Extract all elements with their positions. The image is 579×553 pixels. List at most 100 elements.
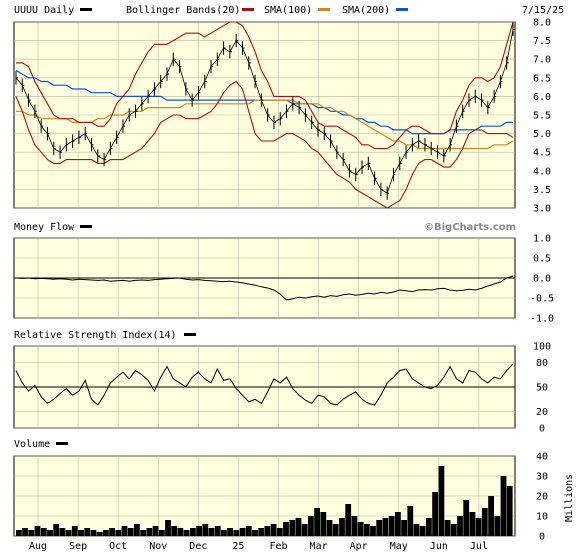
money-flow-legend-swatch	[80, 225, 92, 228]
volume-bar	[419, 526, 426, 536]
volume-bar	[382, 518, 389, 536]
volume-bar	[264, 526, 271, 536]
volume-bar	[276, 528, 283, 536]
price-y-tick-label: 5.5	[533, 111, 551, 122]
x-tick-label: Oct	[109, 541, 127, 552]
volume-bar	[475, 518, 482, 536]
volume-bar	[239, 528, 246, 536]
volume-legend-swatch	[56, 442, 68, 445]
volume-bar	[103, 530, 109, 536]
mf-y-tick-label: 1.0	[533, 234, 551, 245]
volume-bar	[96, 532, 103, 536]
x-tick-label: Jun	[430, 541, 448, 552]
volume-bar	[432, 492, 438, 536]
volume-bar	[53, 524, 60, 536]
x-tick-label: Jul	[470, 541, 488, 552]
volume-bar	[370, 526, 376, 536]
volume-bar	[463, 500, 470, 536]
volume-label: Volume	[14, 439, 50, 450]
volume-bar	[196, 526, 202, 536]
volume-bar	[140, 530, 147, 536]
volume-bar	[395, 512, 401, 536]
volume-bar	[34, 526, 41, 536]
volume-unit-label: Millions	[564, 474, 575, 522]
price-y-tick-label: 5.0	[533, 129, 551, 140]
volume-bar	[314, 508, 320, 536]
price-y-tick-label: 4.0	[533, 166, 551, 177]
vol-y-tick-label: 40	[536, 452, 548, 463]
vol-y-tick-label: 0	[539, 532, 545, 543]
mf-y-tick-label: -0.5	[530, 294, 554, 305]
volume-bar	[252, 530, 258, 536]
x-tick-label: Aug	[29, 541, 47, 552]
volume-bar	[208, 528, 215, 536]
volume-bar	[190, 528, 196, 536]
volume-bar	[376, 520, 383, 536]
price-legend-ticker: UUUU Daily	[14, 5, 74, 16]
volume-bar	[245, 526, 252, 536]
volume-bar	[450, 524, 457, 536]
price-legend-sma100-swatch	[318, 8, 330, 11]
volume-bar	[388, 516, 395, 536]
volume-bar	[426, 518, 432, 536]
rsi-label: Relative Strength Index(14)	[14, 330, 177, 341]
volume-bar	[183, 530, 190, 536]
volume-bar	[488, 496, 494, 536]
volume-bar	[146, 528, 153, 536]
volume-bar	[16, 530, 22, 536]
volume-bar	[171, 526, 178, 536]
x-tick-label: Nov	[149, 541, 167, 552]
volume-bar	[84, 528, 91, 536]
volume-bar	[214, 526, 221, 536]
volume-bar	[258, 528, 265, 536]
rsi-y-tick-label: 50	[536, 383, 548, 394]
stock-chart: UUUU Daily Bollinger Bands(20) SMA(100) …	[13, 5, 575, 552]
volume-bar	[438, 466, 445, 536]
volume-bar	[357, 522, 364, 536]
price-legend-ticker-swatch	[80, 8, 92, 11]
volume-bar	[177, 528, 184, 536]
volume-bar	[283, 522, 289, 536]
volume-bar	[500, 476, 507, 536]
volume-bar	[152, 526, 159, 536]
volume-bar	[90, 530, 97, 536]
rsi-y-tick-label: 0	[539, 424, 545, 435]
volume-bar	[109, 528, 115, 536]
x-tick-label: Mar	[310, 541, 328, 552]
volume-bar	[295, 518, 302, 536]
volume-bar	[121, 526, 128, 536]
price-y-tick-label: 4.5	[533, 148, 551, 159]
volume-bar	[301, 524, 308, 536]
mf-y-tick-label: 0.0	[533, 274, 551, 285]
volume-bar	[413, 524, 420, 536]
price-y-tick-label: 8.0	[533, 18, 551, 29]
price-y-tick-label: 3.0	[533, 204, 551, 215]
volume-bar	[339, 518, 345, 536]
mf-y-tick-label: 0.5	[533, 254, 551, 265]
watermark: ©BigCharts.com	[424, 222, 516, 233]
volume-bar	[469, 512, 476, 536]
volume-bar	[270, 524, 277, 536]
price-legend-bollinger: Bollinger Bands(20)	[126, 5, 240, 16]
price-y-tick-label: 6.5	[533, 73, 551, 84]
price-legend-sma200-swatch	[396, 8, 408, 11]
volume-bar	[22, 528, 28, 536]
volume-bar	[127, 528, 134, 536]
chart-date: 7/15/25	[522, 5, 564, 16]
volume-bar	[444, 520, 451, 536]
volume-bar	[481, 508, 488, 536]
volume-bar	[401, 520, 407, 536]
volume-bar	[59, 528, 66, 536]
x-tick-label: May	[390, 541, 408, 552]
x-tick-label: 25	[232, 541, 244, 552]
volume-bar	[227, 528, 233, 536]
rsi-y-tick-label: 20	[536, 407, 548, 418]
volume-bar	[289, 520, 296, 536]
x-tick-label: Dec	[189, 541, 207, 552]
volume-bar	[165, 520, 171, 536]
volume-bar	[221, 530, 227, 536]
volume-bar	[494, 516, 501, 536]
volume-bar	[506, 486, 513, 536]
volume-bar	[28, 530, 35, 536]
volume-bar	[71, 526, 78, 536]
